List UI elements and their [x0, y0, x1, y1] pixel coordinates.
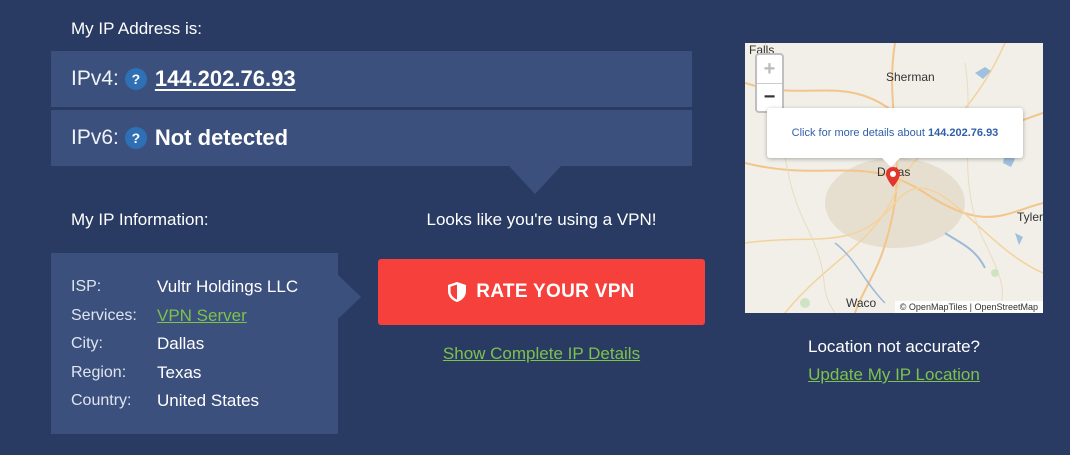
map-attribution[interactable]: © OpenMapTiles | OpenStreetMap: [894, 301, 1043, 313]
map-place-label: Sherman: [886, 70, 935, 84]
location-map[interactable]: Falls Sherman Dallas Tyler Waco + − Clic…: [745, 43, 1043, 313]
info-row-services: Services: VPN Server: [71, 302, 338, 331]
info-row-country: Country: United States: [71, 387, 338, 416]
ipv4-row: IPv4: ? 144.202.76.93: [51, 51, 692, 107]
info-value: Texas: [157, 362, 202, 382]
ipv6-value: Not detected: [154, 125, 289, 150]
info-key: Region:: [71, 363, 127, 381]
info-key: Services:: [71, 306, 137, 324]
info-row-city: City: Dallas: [71, 330, 338, 359]
rate-vpn-button[interactable]: RATE YOUR VPN: [378, 259, 705, 325]
info-value: Dallas: [157, 334, 205, 354]
ip-lookup-page: My IP Address is: IPv4: ? 144.202.76.93 …: [0, 0, 1070, 455]
map-place-label: Tyler: [1017, 210, 1043, 224]
ipv4-label: IPv4:: [71, 67, 119, 90]
help-icon[interactable]: ?: [124, 68, 147, 90]
info-row-region: Region: Texas: [71, 359, 338, 388]
info-panel-pointer: [338, 275, 361, 319]
vpn-detected-note: Looks like you're using a VPN!: [426, 210, 657, 229]
services-link[interactable]: VPN Server: [157, 306, 247, 326]
ipv6-row: IPv6: ? Not detected: [51, 110, 692, 166]
show-ip-details-link[interactable]: Show Complete IP Details: [378, 344, 705, 364]
shield-icon: [448, 282, 467, 302]
info-key: ISP:: [71, 278, 102, 296]
map-pin-icon[interactable]: [886, 167, 900, 187]
update-location-link[interactable]: Update My IP Location: [745, 365, 1043, 385]
ipv4-value[interactable]: 144.202.76.93: [155, 66, 296, 92]
map-place-label: Waco: [846, 296, 877, 310]
info-value: United States: [157, 391, 260, 411]
rate-vpn-label: RATE YOUR VPN: [476, 281, 635, 302]
popup-text: Click for more details about: [791, 127, 925, 139]
zoom-out-button[interactable]: −: [757, 83, 782, 111]
info-row-isp: ISP: Vultr Holdings LLC: [71, 273, 338, 302]
ip-information-heading: My IP Information:: [71, 210, 209, 229]
info-key: Country:: [71, 392, 132, 410]
info-value: Vultr Holdings LLC: [157, 277, 299, 297]
panel-pointer: [509, 166, 561, 194]
zoom-in-button[interactable]: +: [757, 55, 782, 83]
map-popup[interactable]: Click for more details about 144.202.76.…: [767, 108, 1023, 167]
info-key: City:: [71, 335, 103, 353]
ip-information-panel: ISP: Vultr Holdings LLC Services: VPN Se…: [51, 253, 338, 434]
map-zoom-control: + −: [755, 53, 784, 113]
ip-address-heading: My IP Address is:: [71, 19, 203, 38]
location-question: Location not accurate?: [807, 337, 980, 356]
popup-ip: 144.202.76.93: [927, 127, 999, 139]
help-icon[interactable]: ?: [124, 127, 147, 149]
ipv6-label: IPv6:: [71, 126, 119, 149]
